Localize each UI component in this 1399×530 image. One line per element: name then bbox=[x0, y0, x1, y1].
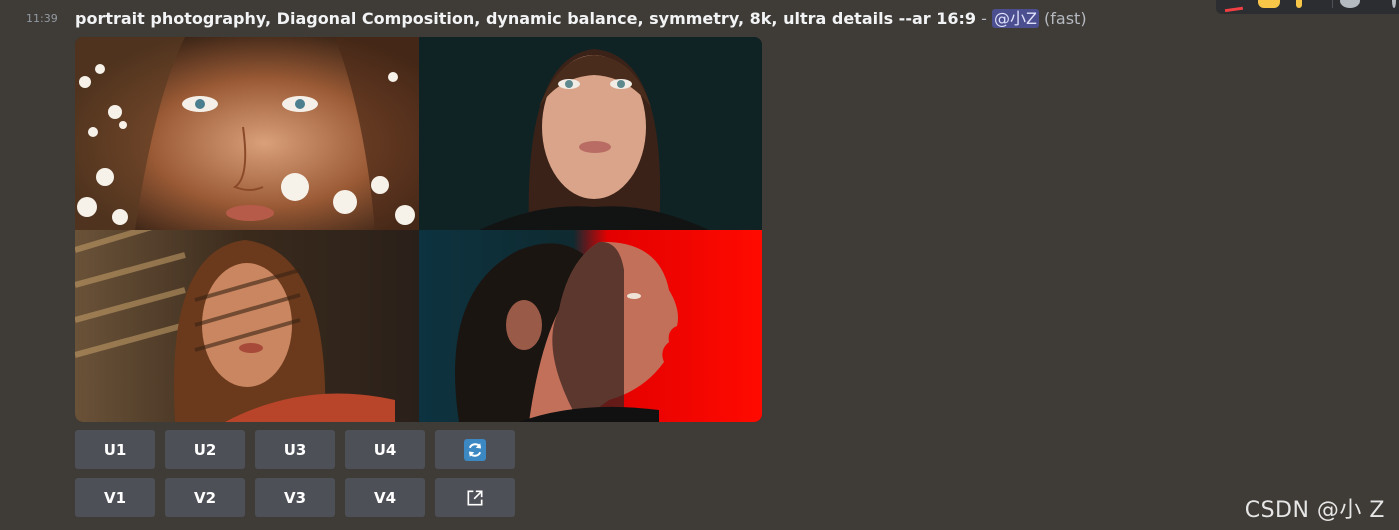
upscale-3-button[interactable]: U3 bbox=[255, 430, 335, 469]
upscale-4-button[interactable]: U4 bbox=[345, 430, 425, 469]
reaction-divider bbox=[1332, 0, 1333, 8]
image-tile-1[interactable] bbox=[75, 37, 419, 230]
portrait-4-image bbox=[419, 230, 762, 422]
reaction-red-icon[interactable] bbox=[1222, 0, 1244, 13]
add-reaction-icon[interactable] bbox=[1340, 0, 1360, 8]
more-icon[interactable] bbox=[1392, 0, 1396, 8]
user-mention[interactable]: @小Z bbox=[991, 9, 1039, 28]
external-link-icon bbox=[467, 490, 483, 505]
image-tile-4[interactable] bbox=[419, 230, 762, 422]
csdn-watermark: CSDN @小 Z bbox=[1244, 498, 1385, 523]
prompt-text: portrait photography, Diagonal Compositi… bbox=[75, 9, 977, 28]
variation-1-button[interactable]: V1 bbox=[75, 478, 155, 517]
variation-3-button[interactable]: V3 bbox=[255, 478, 335, 517]
speed-label: (fast) bbox=[1044, 9, 1087, 28]
message-timestamp: 11:39 bbox=[26, 12, 58, 25]
upscale-1-button[interactable]: U1 bbox=[75, 430, 155, 469]
separator: - bbox=[976, 9, 992, 28]
portrait-2-image bbox=[419, 37, 762, 230]
reroll-button[interactable] bbox=[435, 430, 515, 469]
image-grid[interactable] bbox=[75, 37, 762, 422]
image-tile-2[interactable] bbox=[419, 37, 762, 230]
upscale-2-button[interactable]: U2 bbox=[165, 430, 245, 469]
image-tile-3[interactable] bbox=[75, 230, 419, 422]
message-header: portrait photography, Diagonal Compositi… bbox=[75, 8, 1087, 30]
portrait-3-image bbox=[75, 230, 419, 422]
discord-message-page: 11:39 portrait photography, Diagonal Com… bbox=[0, 0, 1399, 530]
reaction-finger-icon[interactable] bbox=[1296, 0, 1302, 8]
open-web-button[interactable] bbox=[435, 478, 515, 517]
variation-4-button[interactable]: V4 bbox=[345, 478, 425, 517]
reaction-thumbs-icon[interactable] bbox=[1258, 0, 1280, 8]
refresh-icon bbox=[464, 438, 486, 461]
reaction-strip[interactable] bbox=[1216, 0, 1399, 14]
variation-2-button[interactable]: V2 bbox=[165, 478, 245, 517]
portrait-1-image bbox=[75, 37, 419, 230]
